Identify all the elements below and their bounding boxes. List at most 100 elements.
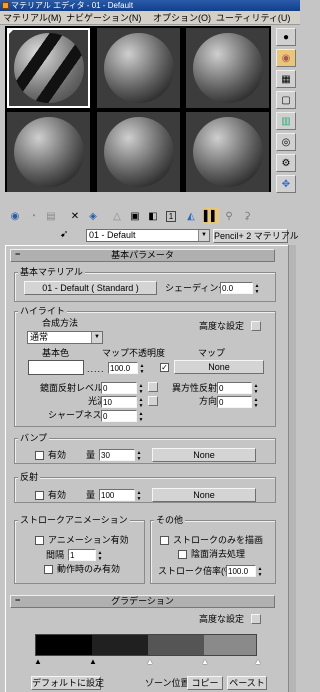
spinner-arrows-icon[interactable]: ▲ ▼ (137, 397, 145, 409)
gradation-advanced-button[interactable] (251, 614, 261, 624)
show-end-result-button[interactable]: ▌▌ (203, 208, 219, 224)
zone-marker-icon[interactable]: ▲ (89, 658, 97, 666)
material-type-button[interactable]: Pencil+ 2 マテリアル (213, 229, 299, 243)
spinner-arrows-icon[interactable]: ▲ ▼ (138, 363, 146, 375)
reset-button[interactable]: ✕ (67, 208, 83, 224)
paste-button[interactable]: ペースト (227, 676, 267, 690)
gloss-spinner[interactable]: ▲▼ (101, 396, 143, 409)
interval-input[interactable] (69, 550, 95, 561)
spinner-arrows-icon[interactable]: ▲ ▼ (253, 283, 261, 295)
spinner-arrows-icon[interactable]: ▲ ▼ (252, 397, 260, 409)
shading-input[interactable] (221, 283, 252, 294)
base-color-swatch[interactable] (28, 360, 84, 375)
sample-slot-5[interactable] (97, 112, 180, 192)
spinner-arrows-icon[interactable]: ▲ ▼ (252, 383, 260, 395)
gloss-input[interactable] (102, 397, 136, 408)
direction-spinner[interactable]: ▲▼ (217, 396, 258, 409)
motion-only-checkbox[interactable] (44, 565, 53, 574)
menu-material[interactable]: マテリアル(M) (3, 11, 61, 25)
stroke-rate-input[interactable] (227, 566, 255, 577)
spinner-arrows-icon[interactable]: ▲ ▼ (137, 411, 145, 423)
specular-input[interactable] (102, 383, 136, 394)
material-name-field[interactable]: 01 - Default ▼ (86, 229, 210, 242)
sample-type-button[interactable]: ● (276, 28, 296, 46)
aniso-spinner[interactable]: ▲▼ (217, 382, 258, 395)
rollout-basic-params[interactable]: − 基本パラメータ (10, 249, 275, 262)
reflection-map-button[interactable]: None (152, 488, 256, 502)
show-map-button[interactable]: ◭ (183, 208, 199, 224)
map-enable-checkbox[interactable]: ✓ (160, 363, 169, 372)
bump-enable-checkbox[interactable] (35, 451, 44, 460)
make-preview-button[interactable]: ◎ (276, 133, 296, 151)
panel-scrollbar[interactable] (288, 245, 296, 692)
blend-dropdown[interactable]: 通常 ▼ (27, 331, 103, 344)
specular-map-button[interactable] (148, 382, 158, 392)
zone-marker-icon[interactable]: ▲ (34, 658, 42, 666)
gradation-zone-2[interactable] (92, 635, 148, 655)
reflection-amount-spinner[interactable]: ▲▼ (99, 489, 141, 502)
gradation-zone-4[interactable] (204, 635, 256, 655)
direction-input[interactable] (218, 397, 251, 408)
material-id-channel[interactable]: 1 (163, 208, 179, 224)
animation-enable-checkbox[interactable] (35, 536, 44, 545)
hidden-removal-checkbox[interactable] (178, 550, 187, 559)
opacity-spinner[interactable]: ▲▼ (108, 362, 144, 375)
video-check-button[interactable]: ▥ (276, 112, 296, 130)
opacity-input[interactable] (109, 363, 137, 374)
specular-spinner[interactable]: ▲▼ (101, 382, 143, 395)
menu-options[interactable]: オプション(O) (153, 11, 211, 25)
make-unique-button[interactable]: △ (109, 208, 125, 224)
spinner-arrows-icon[interactable]: ▲ ▼ (96, 550, 104, 562)
gradation-zone-3[interactable] (148, 635, 204, 655)
sample-slot-2[interactable] (97, 28, 180, 108)
sample-slot-4[interactable] (7, 112, 90, 192)
sharpness-spinner[interactable]: ▲▼ (101, 410, 143, 423)
set-default-button[interactable]: デフォルトに設定 (31, 676, 104, 690)
menu-utility[interactable]: ユーティリティ(U) (216, 11, 290, 25)
spinner-arrows-icon[interactable]: ▲ ▼ (256, 566, 264, 578)
gradation-bar[interactable] (35, 634, 257, 656)
put-to-library-button[interactable]: ▣ (127, 208, 143, 224)
sample-slot-3[interactable] (186, 28, 269, 108)
highlight-map-button[interactable]: None (174, 360, 264, 374)
rollout-gradation[interactable]: − グラデーション (10, 595, 275, 608)
uv-tiling-button[interactable]: ▢ (276, 91, 296, 109)
advanced-settings-button[interactable] (251, 321, 261, 331)
go-sibling-button[interactable]: ⚳ (239, 208, 255, 224)
zone-marker-icon[interactable]: ▲ (146, 658, 154, 666)
put-to-scene-button[interactable]: ◔ (25, 208, 41, 224)
shading-spinner[interactable]: ▲▼ (220, 282, 259, 295)
pick-material-icon[interactable]: ➹ (60, 229, 72, 241)
options-button[interactable]: ⚙ (276, 154, 296, 172)
material-id-button[interactable]: ◧ (145, 208, 161, 224)
go-parent-button[interactable]: ⚲ (221, 208, 237, 224)
background-button[interactable]: ▦ (276, 70, 296, 88)
spinner-arrows-icon[interactable]: ▲ ▼ (137, 383, 145, 395)
make-copy-button[interactable]: ◈ (85, 208, 101, 224)
backlight-button[interactable]: ◉ (276, 49, 296, 67)
bump-amount-input[interactable] (100, 450, 134, 461)
interval-spinner[interactable]: ▲▼ (68, 549, 102, 562)
stroke-rate-spinner[interactable]: ▲▼ (226, 565, 262, 578)
bump-map-button[interactable]: None (152, 448, 256, 462)
spinner-arrows-icon[interactable]: ▲ ▼ (135, 450, 143, 462)
spinner-arrows-icon[interactable]: ▲ ▼ (135, 490, 143, 502)
gloss-map-button[interactable] (148, 396, 158, 406)
zone-marker-icon[interactable]: ▲ (254, 658, 262, 666)
sharpness-input[interactable] (102, 411, 136, 422)
copy-button[interactable]: コピー (187, 676, 223, 690)
aniso-input[interactable] (218, 383, 251, 394)
sample-slot-6[interactable] (186, 112, 269, 192)
get-material-button[interactable]: ◉ (7, 208, 23, 224)
bump-amount-spinner[interactable]: ▲▼ (99, 449, 141, 462)
reflection-amount-input[interactable] (100, 490, 134, 501)
sample-slot-1[interactable] (7, 28, 90, 108)
base-material-button[interactable]: 01 - Default ( Standard ) (24, 281, 157, 295)
select-by-material-button[interactable]: ✥ (276, 175, 296, 193)
assign-button[interactable]: ▤ (43, 208, 59, 224)
gradation-zone-1[interactable] (36, 635, 92, 655)
stroke-only-checkbox[interactable] (160, 536, 169, 545)
menu-navigation[interactable]: ナビゲーション(N) (66, 11, 141, 25)
zone-marker-icon[interactable]: ▲ (201, 658, 209, 666)
reflection-enable-checkbox[interactable] (35, 491, 44, 500)
